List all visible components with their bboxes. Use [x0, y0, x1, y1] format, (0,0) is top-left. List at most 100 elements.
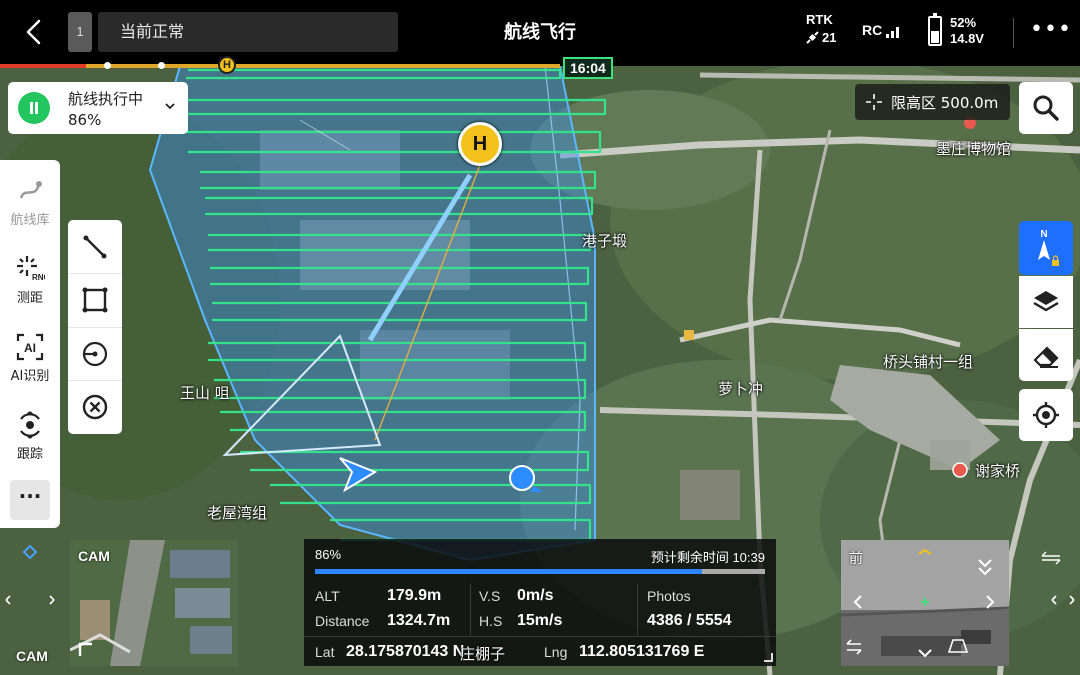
- track-icon: [20, 411, 40, 439]
- camera-label: CAM: [78, 548, 110, 564]
- eraser-button[interactable]: [1019, 329, 1073, 381]
- altitude-limit-chip[interactable]: 限高区 500.0m: [855, 84, 1010, 120]
- flight-progress-bar: [315, 569, 765, 574]
- draw-point-button[interactable]: [68, 327, 122, 380]
- drawing-toolbar: [68, 220, 122, 434]
- lng-label: Lng: [544, 644, 568, 660]
- crosshair-icon: [866, 94, 882, 110]
- map-label-wangshanzui: 王山 咀: [180, 384, 230, 402]
- line-icon: [83, 235, 107, 258]
- map-label-qiaotoupu: 桥头铺村一组: [883, 353, 974, 371]
- draw-area-button[interactable]: [68, 273, 122, 326]
- timeline-home-icon: H: [218, 56, 236, 74]
- expand-corner-icon[interactable]: [78, 642, 94, 658]
- lat-value: 28.175870143 N: [346, 643, 465, 660]
- close-circle-icon: [82, 394, 108, 420]
- search-icon: [1033, 95, 1059, 121]
- distance-label: Distance: [315, 613, 370, 629]
- satellite-icon: [806, 30, 819, 44]
- locate-icon: [1033, 402, 1059, 428]
- mission-status-card[interactable]: 航线执行中 86%: [8, 82, 188, 134]
- range-finder-label: 测距: [16, 291, 43, 306]
- left-toolbar: 航线库 RNG 测距 AI AI识别 跟踪 ···: [0, 160, 60, 528]
- ai-icon: AI: [16, 333, 44, 361]
- chevron-down-icon[interactable]: [163, 99, 177, 113]
- rtk-label: RTK: [806, 12, 833, 27]
- alt-label: ALT: [315, 588, 340, 604]
- photos-value: 4386 / 5554: [647, 612, 732, 629]
- alt-value: 179.9m: [387, 587, 442, 604]
- rtk-status[interactable]: RTK 21: [806, 12, 850, 45]
- altitude-limit-text: 限高区 500.0m: [891, 93, 999, 112]
- timeline-time: 16:04: [563, 57, 613, 79]
- hs-label: H.S: [479, 613, 503, 629]
- mission-timeline: H: [0, 56, 560, 74]
- layers-icon: [1033, 291, 1059, 312]
- rtk-count: 21: [822, 30, 837, 45]
- rc-signal[interactable]: RC: [862, 22, 902, 38]
- battery-percent: 52%: [950, 15, 977, 30]
- eraser-icon: [1033, 346, 1059, 368]
- route-library-button[interactable]: 航线库: [0, 166, 60, 236]
- route-library-icon: [19, 181, 42, 199]
- more-menu-icon[interactable]: •••: [1030, 19, 1071, 44]
- fpv-camera-preview[interactable]: 前: [841, 540, 1009, 666]
- north-lock-button[interactable]: N: [1019, 221, 1073, 275]
- search-button[interactable]: [1019, 82, 1073, 134]
- more-tools-button[interactable]: ···: [10, 480, 50, 520]
- status-bar[interactable]: 当前正常: [98, 12, 398, 52]
- expand-panel-icon[interactable]: [764, 653, 773, 662]
- mission-progress: 86%: [68, 111, 102, 129]
- telemetry-divider: [637, 583, 638, 635]
- area-icon: [82, 287, 108, 313]
- vs-value: 0m/s: [517, 587, 554, 604]
- fpv-label: 前: [849, 551, 863, 567]
- side-camera-label[interactable]: CAM: [16, 648, 48, 664]
- back-arrow-icon[interactable]: [18, 16, 50, 48]
- home-point-marker[interactable]: H: [458, 122, 502, 166]
- remaining-time: 10:39: [732, 550, 765, 565]
- clear-drawing-button[interactable]: [68, 380, 122, 433]
- point-icon: [82, 341, 108, 367]
- track-label: 跟踪: [16, 447, 43, 462]
- flight-progress-text: 86%: [315, 547, 342, 562]
- draw-line-button[interactable]: [68, 220, 122, 273]
- range-finder-button[interactable]: RNG 测距: [0, 244, 60, 314]
- map-layers-button[interactable]: [1019, 276, 1073, 328]
- remaining-label: 预计剩余时间: [650, 550, 729, 565]
- battery-icon[interactable]: [928, 13, 942, 46]
- timeline-dot: [158, 62, 165, 69]
- ai-recognition-button[interactable]: AI AI识别: [0, 322, 60, 392]
- rng-icon: RNG: [17, 256, 45, 282]
- pause-icon[interactable]: [18, 92, 50, 124]
- telemetry-panel: 86% 预计剩余时间 10:39 ALT 179.9m V.S 0m/s Pho…: [304, 539, 776, 666]
- lng-value: 112.805131769 E: [579, 643, 705, 660]
- right-edge-arrows-icon: [1041, 551, 1075, 605]
- locate-button[interactable]: [1019, 389, 1073, 441]
- lat-label: Lat: [315, 644, 335, 660]
- battery-voltage: 14.8V: [950, 31, 984, 46]
- north-letter: N: [1040, 229, 1047, 240]
- telemetry-divider: [470, 583, 471, 635]
- route-library-label: 航线库: [10, 213, 50, 228]
- timeline-dot: [104, 62, 111, 69]
- track-button[interactable]: 跟踪: [0, 400, 60, 470]
- fpv-image: [841, 540, 1009, 666]
- hs-value: 15m/s: [517, 612, 563, 629]
- map-label-luobuchong: 萝卜冲: [718, 380, 764, 398]
- slot-badge[interactable]: 1: [68, 12, 92, 52]
- rc-label: RC: [862, 22, 883, 38]
- map-label-xiejiaqiao: 谢家桥: [975, 462, 1021, 480]
- flight-progress-fill: [315, 569, 702, 574]
- rng-text: RNG: [32, 273, 45, 282]
- vs-label: V.S: [479, 588, 501, 604]
- top-bar: 1 当前正常 航线飞行 RTK 21 RC 52% 14.8V •••: [0, 0, 1080, 66]
- telemetry-divider: [304, 636, 776, 637]
- topbar-divider: [1013, 18, 1014, 48]
- map-label-laowuwan: 老屋湾组: [207, 504, 268, 522]
- map-label-gangziduan: 港子塅: [582, 232, 628, 250]
- compass-north-icon: N: [1038, 229, 1059, 266]
- camera-preview[interactable]: CAM: [70, 540, 238, 666]
- map-label-mozhuang-museum: 墨庄博物馆: [936, 140, 1012, 158]
- signal-bars-icon: [886, 27, 900, 38]
